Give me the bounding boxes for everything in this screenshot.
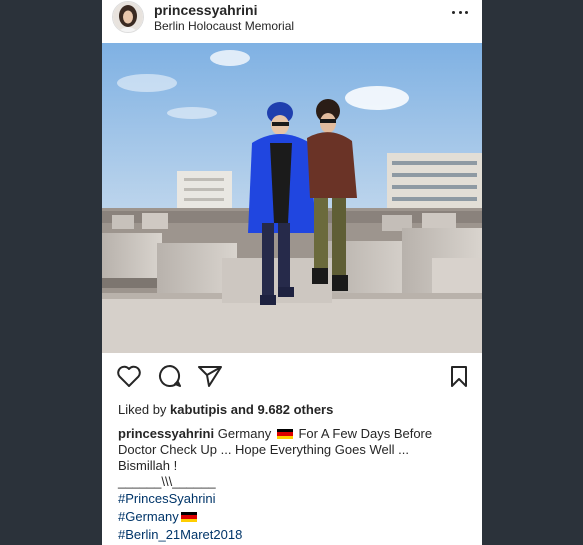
username[interactable]: princessyahrini xyxy=(154,2,258,18)
likes-count[interactable]: Liked by kabutipis and 9.682 others xyxy=(118,402,333,417)
hashtag-princessyahrini[interactable]: #PrincesSyahrini xyxy=(118,490,470,508)
caption-text-2: For A Few Days Before xyxy=(298,426,433,441)
heart-icon[interactable] xyxy=(116,364,142,388)
likes-user[interactable]: kabutipis xyxy=(170,402,227,417)
share-icon[interactable] xyxy=(197,364,223,388)
avatar[interactable] xyxy=(112,1,144,33)
more-dots-icon[interactable] xyxy=(452,6,468,18)
caption-line-4: ______\\\______ xyxy=(118,474,216,489)
post-caption: princessyahrini Germany For A Few Days B… xyxy=(118,426,470,544)
hashtag-germany-line: #Germany xyxy=(118,508,470,526)
germany-flag-icon xyxy=(180,512,197,522)
action-bar xyxy=(102,364,482,394)
caption-line-2: Doctor Check Up ... Hope Everything Goes… xyxy=(118,442,409,457)
caption-text-1: Germany xyxy=(217,426,272,441)
location-tag[interactable]: Berlin Holocaust Memorial xyxy=(154,19,294,33)
post-header: princessyahrini Berlin Holocaust Memoria… xyxy=(102,0,482,42)
likes-prefix: Liked by xyxy=(118,402,167,417)
germany-flag-icon xyxy=(276,429,293,439)
bookmark-icon[interactable] xyxy=(448,364,470,388)
caption-author[interactable]: princessyahrini xyxy=(118,426,214,441)
instagram-post: princessyahrini Berlin Holocaust Memoria… xyxy=(102,0,482,545)
caption-line-3: Bismillah ! xyxy=(118,458,178,473)
comment-icon[interactable] xyxy=(157,364,183,388)
likes-suffix[interactable]: and 9.682 others xyxy=(231,402,334,417)
hashtag-germany[interactable]: #Germany xyxy=(118,509,179,524)
hashtag-berlin[interactable]: #Berlin_21Maret2018 xyxy=(118,526,470,544)
post-photo[interactable] xyxy=(102,43,482,353)
